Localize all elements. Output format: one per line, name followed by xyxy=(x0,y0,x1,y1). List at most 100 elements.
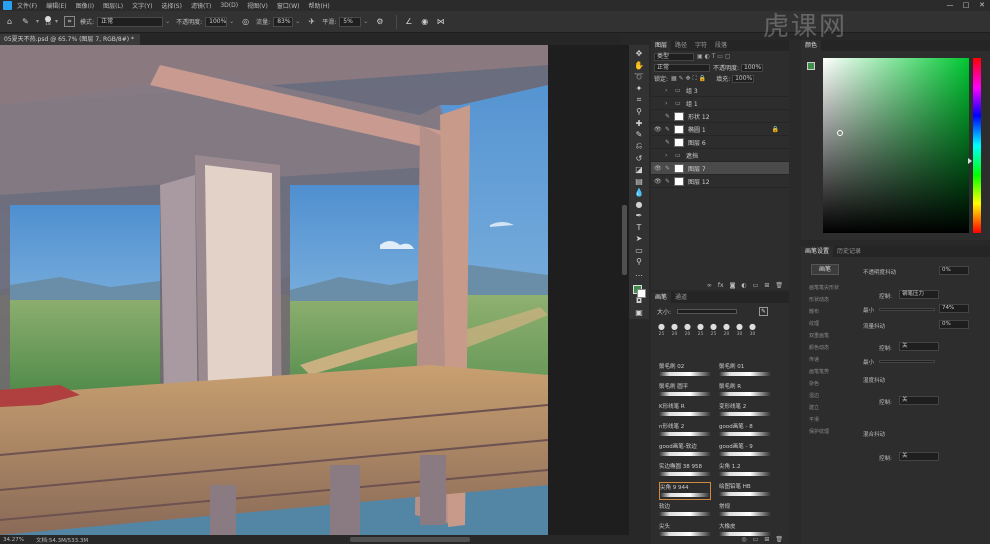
menu-file[interactable]: 文件(F) xyxy=(17,1,37,10)
flow-jitter-value[interactable]: 0% xyxy=(939,320,969,329)
brush-size-slider[interactable] xyxy=(677,308,738,314)
add-mask-icon[interactable]: ◙ xyxy=(730,282,736,289)
brush-option[interactable]: 保护纹理 xyxy=(809,428,829,435)
layer-style-icon[interactable]: fx xyxy=(718,282,724,289)
smoothing-chevron-icon[interactable]: ⌄ xyxy=(363,18,368,25)
delete-brush-icon[interactable]: 🗑 xyxy=(775,536,783,543)
dodge-tool-icon[interactable]: ● xyxy=(633,199,645,209)
layer-row[interactable]: 👁 ✎ 椭圆 1 🔒 xyxy=(651,123,789,136)
adjustment-layer-icon[interactable]: ◐ xyxy=(741,282,746,289)
current-color-swatch[interactable] xyxy=(807,62,815,70)
move-tool-icon[interactable]: ✥ xyxy=(633,49,645,59)
healing-brush-icon[interactable]: ✚ xyxy=(633,118,645,128)
document-tab[interactable]: 05夏天不热.psd @ 65.7% (图层 7, RGB/8#) * × xyxy=(0,34,140,54)
eraser-icon[interactable]: ◪ xyxy=(633,165,645,175)
brush-preset[interactable]: good画笔 - 9 xyxy=(719,442,771,460)
flow-field[interactable]: 83% xyxy=(273,16,294,27)
layer-row[interactable]: › ▭ 组 1 xyxy=(651,97,789,110)
layer-row[interactable]: › ▭ 组 3 xyxy=(651,84,789,97)
filter-icons[interactable]: ▣ ◐ T ▭ ▢ xyxy=(697,53,731,60)
new-brush-icon[interactable]: ⊞ xyxy=(764,536,769,543)
magic-wand-icon[interactable]: ✦ xyxy=(633,84,645,94)
opacity-field[interactable]: 100% xyxy=(205,16,228,27)
brush-option[interactable]: 纹理 xyxy=(809,320,819,327)
brush-preset[interactable]: 变形线笔 2 xyxy=(719,402,771,420)
tool-preset-chevron-icon[interactable]: ▾ xyxy=(36,18,39,25)
brush-preset[interactable]: 鬃毛刷 R xyxy=(719,382,771,400)
eye-icon[interactable]: 👁 xyxy=(654,178,662,185)
document-info[interactable]: 文档:54.3M/533.3M xyxy=(36,536,88,544)
tab-paths[interactable]: 路径 xyxy=(671,40,691,51)
minimum-slider[interactable] xyxy=(879,308,935,311)
opacity-jitter-value[interactable]: 0% xyxy=(939,266,969,275)
brush-option[interactable]: 建立 xyxy=(809,404,819,411)
brush-preset[interactable]: n形线笔 2 xyxy=(659,422,711,440)
screen-mode-icon[interactable]: ▣ xyxy=(633,307,645,317)
painting-artwork[interactable] xyxy=(0,45,548,535)
menu-view[interactable]: 视图(V) xyxy=(247,1,268,10)
gradient-tool-icon[interactable]: ▤ xyxy=(633,176,645,186)
brushes-button[interactable]: 画笔 xyxy=(811,264,839,275)
pressure-size-icon[interactable]: ◉ xyxy=(419,16,430,27)
brush-preset[interactable]: good画笔 - 8 xyxy=(719,422,771,440)
flow-minimum-slider[interactable] xyxy=(879,360,935,363)
brush-tip[interactable]: ● 20 xyxy=(720,323,733,339)
horizontal-scrollbar[interactable] xyxy=(350,537,470,542)
expand-chevron-icon[interactable]: › xyxy=(665,152,672,159)
layer-row[interactable]: 👁 ✎ 图层 12 xyxy=(651,175,789,188)
brush-preset[interactable]: good画笔-软边 xyxy=(659,442,711,460)
brush-option[interactable]: 双重画笔 xyxy=(809,332,829,339)
brush-tip[interactable]: ● 25 xyxy=(707,323,720,339)
menu-edit[interactable]: 编辑(E) xyxy=(46,1,66,10)
brush-preset[interactable]: 尖角 1.2 xyxy=(719,462,771,480)
brush-preset[interactable]: K形线笔 R xyxy=(659,402,711,420)
delete-layer-icon[interactable]: 🗑 xyxy=(775,282,783,289)
pen-tool-icon[interactable]: ✒ xyxy=(633,211,645,221)
brush-preset[interactable]: 绘图铅笔 HB xyxy=(719,482,771,500)
mix-control-select[interactable]: 关 xyxy=(899,452,939,461)
flow-chevron-icon[interactable]: ⌄ xyxy=(295,18,300,25)
expand-chevron-icon[interactable]: › xyxy=(665,87,672,94)
layer-kind-filter[interactable]: 类型 xyxy=(654,52,694,61)
pressure-opacity-icon[interactable]: ◎ xyxy=(240,16,251,27)
more-tools-icon[interactable]: … xyxy=(633,268,645,278)
color-picker-cursor[interactable] xyxy=(837,130,843,136)
fill-field[interactable]: 100% xyxy=(732,74,755,83)
clone-stamp-icon[interactable]: ⎌ xyxy=(633,141,645,151)
lasso-tool-icon[interactable]: ➰ xyxy=(633,72,645,82)
blur-tool-icon[interactable]: 💧 xyxy=(633,188,645,198)
history-brush-icon[interactable]: ↺ xyxy=(633,153,645,163)
hand-tool-icon[interactable]: ✋ xyxy=(633,61,645,71)
blend-mode-select[interactable]: 正常 xyxy=(654,63,710,72)
expand-chevron-icon[interactable]: › xyxy=(665,100,672,107)
brush-option[interactable]: 颜色动态 xyxy=(809,344,829,351)
menu-image[interactable]: 图像(I) xyxy=(76,1,94,10)
brush-option[interactable]: 散布 xyxy=(809,308,819,315)
brush-tool-icon[interactable]: ✎ xyxy=(20,16,31,27)
menu-select[interactable]: 选择(S) xyxy=(161,1,182,10)
tab-brushes[interactable]: 画笔 xyxy=(651,292,672,303)
brush-preset[interactable]: 鬃毛刷 02 xyxy=(659,362,711,380)
brush-settings-toggle-icon[interactable]: ⌗ xyxy=(64,16,76,27)
brush-preset[interactable]: 鬃毛刷 圆平 xyxy=(659,382,711,400)
zoom-tool-icon[interactable]: ⚲ xyxy=(633,257,645,267)
path-select-icon[interactable]: ➤ xyxy=(633,234,645,244)
layer-row[interactable]: › ▭ 遮挡 xyxy=(651,149,789,162)
brush-preset[interactable]: 软边 xyxy=(659,502,711,520)
tab-channels[interactable]: 通道 xyxy=(671,292,691,303)
hue-marker-icon[interactable] xyxy=(968,158,972,164)
tab-history[interactable]: 历史记录 xyxy=(833,246,865,257)
maximize-button[interactable]: □ xyxy=(958,0,974,11)
minimize-button[interactable]: — xyxy=(942,0,958,11)
hue-slider[interactable] xyxy=(973,58,981,233)
new-brush-group-icon[interactable]: ▭ xyxy=(753,536,759,543)
menu-type[interactable]: 文字(Y) xyxy=(132,1,152,10)
brush-preset[interactable]: 鬃毛刷 01 xyxy=(719,362,771,380)
brush-option[interactable]: 画笔笔尖形状 xyxy=(809,284,839,291)
brush-preset-picker[interactable]: 18 xyxy=(45,16,52,27)
layer-row[interactable]: ✎ 图层 6 xyxy=(651,136,789,149)
gear-icon[interactable]: ⚙ xyxy=(374,16,385,27)
link-layers-icon[interactable]: ∞ xyxy=(707,282,712,289)
brush-option[interactable]: 画笔笔势 xyxy=(809,368,829,375)
menu-help[interactable]: 帮助(H) xyxy=(309,1,330,10)
